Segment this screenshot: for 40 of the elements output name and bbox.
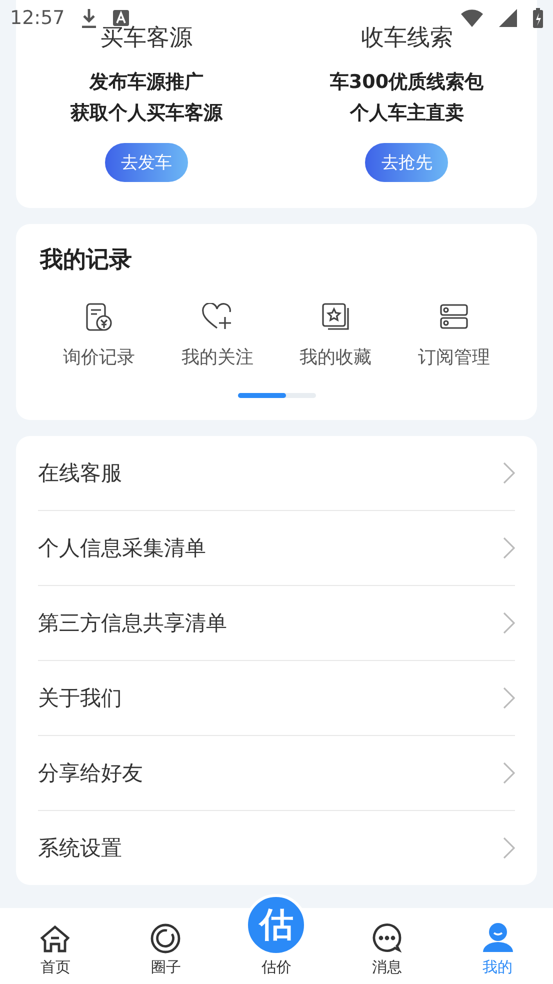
- ring-icon: [150, 923, 182, 954]
- chevron-right-icon: [503, 837, 515, 859]
- tab-label[interactable]: 消息: [372, 958, 402, 977]
- menu-item[interactable]: 系统设置: [38, 834, 122, 862]
- server-icon: [440, 303, 468, 331]
- promo-text: 获取个人买车客源: [70, 101, 222, 126]
- home-icon: [39, 924, 72, 954]
- menu-item[interactable]: 在线客服: [38, 459, 122, 487]
- heart-plus-icon: [201, 303, 234, 331]
- record-shortcut[interactable]: 我的收藏: [300, 345, 372, 369]
- record-shortcut[interactable]: 我的关注: [181, 345, 254, 369]
- signal-icon: [499, 9, 517, 27]
- menu-item[interactable]: 第三方信息共享清单: [38, 609, 227, 637]
- chevron-right-icon: [503, 537, 515, 559]
- promo-text: 车300优质线索包: [330, 70, 484, 95]
- tab-label[interactable]: 圈子: [150, 958, 181, 977]
- tab-label[interactable]: 首页: [40, 958, 70, 977]
- record-shortcut[interactable]: 询价记录: [63, 345, 136, 369]
- notification-icon: [112, 10, 129, 26]
- receipt-coin-icon: [85, 302, 114, 332]
- status-time: 12:57: [10, 7, 65, 29]
- chevron-right-icon: [503, 612, 515, 634]
- section-title: 我的记录: [40, 246, 133, 275]
- chevron-right-icon: [503, 462, 515, 484]
- chat-icon: [371, 922, 404, 954]
- chevron-right-icon: [503, 687, 515, 709]
- menu-item[interactable]: 分享给好友: [38, 759, 143, 787]
- menu-item[interactable]: 关于我们: [38, 684, 122, 712]
- promo-text: 发布车源推广: [89, 70, 204, 95]
- menu-item[interactable]: 个人信息采集清单: [38, 534, 206, 562]
- promo-text: 个人车主直卖: [350, 101, 464, 126]
- promo-title: 收车线索: [360, 24, 453, 53]
- tab-label[interactable]: 估价: [261, 958, 292, 977]
- chevron-right-icon: [503, 762, 515, 784]
- wifi-icon: [461, 9, 483, 27]
- download-icon: [80, 8, 97, 28]
- user-icon: [482, 922, 514, 954]
- promo-title: 买车客源: [100, 24, 192, 53]
- star-card-icon: [320, 302, 351, 332]
- record-shortcut[interactable]: 订阅管理: [418, 345, 490, 369]
